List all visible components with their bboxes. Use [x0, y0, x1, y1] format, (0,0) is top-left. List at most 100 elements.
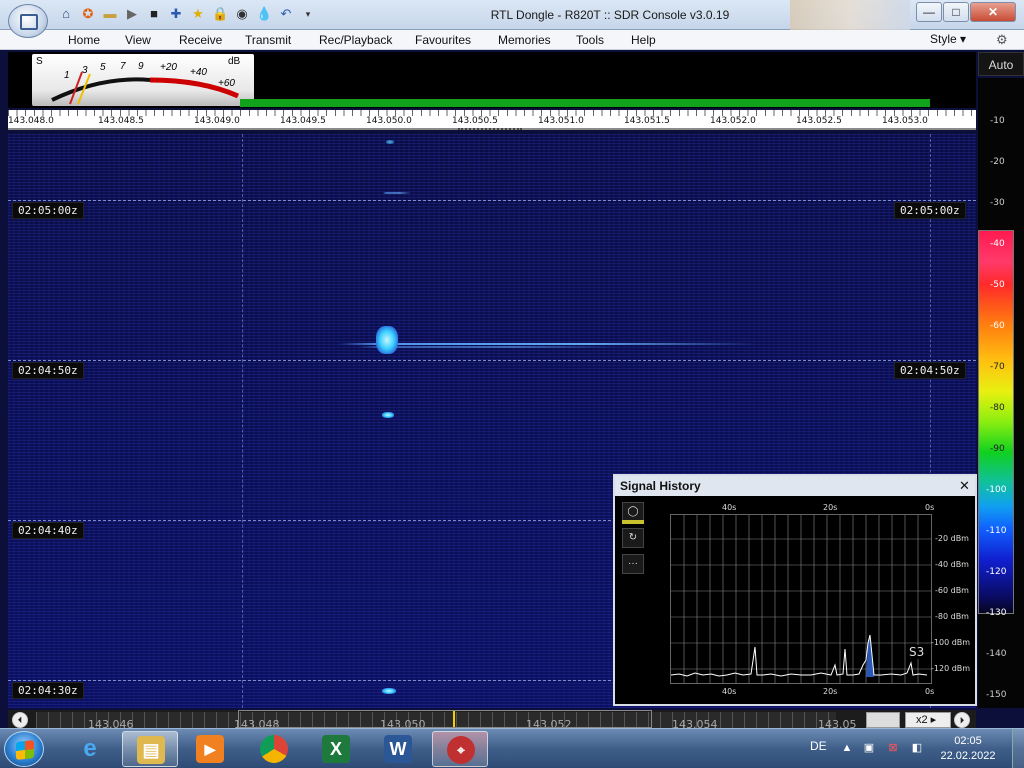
title-background-image	[790, 0, 910, 30]
y-tick: -40 dBm	[935, 560, 969, 569]
db-tick: -130	[986, 608, 1007, 618]
volume-icon[interactable]: ◧	[910, 741, 924, 755]
gear-icon[interactable]: ⚙	[996, 32, 1008, 48]
signal-history-plot[interactable]: S3	[670, 514, 932, 684]
db-color-scale: -10 -20 -30 -40 -50 -60 -70 -80 -90 -100…	[978, 78, 1024, 708]
x-tick: 20s	[823, 687, 838, 696]
frequency-navigator: ⏴ 143.046 143.048 143.050 143.052 143.05…	[8, 710, 976, 731]
application-menu-button[interactable]	[8, 4, 48, 38]
system-clock[interactable]: 02:05 22.02.2022	[938, 734, 998, 764]
taskbar-app-chrome[interactable]	[246, 731, 302, 767]
tray-app-icon[interactable]: ▣	[862, 741, 876, 755]
frequency-label: 143.050.0	[366, 116, 412, 126]
more-icon[interactable]: ···	[622, 554, 644, 574]
lock-icon[interactable]: 🔒	[212, 6, 228, 22]
scroll-left-icon[interactable]: ⏴	[12, 712, 28, 728]
menu-receive[interactable]: Receive	[179, 33, 222, 47]
menu-help[interactable]: Help	[631, 33, 656, 47]
signal-burst	[382, 688, 396, 694]
close-button[interactable]: ✕	[970, 2, 1016, 22]
db-tick: -50	[990, 280, 1005, 290]
menu-memories[interactable]: Memories	[498, 33, 551, 47]
ribbon-menu-bar: Home View Receive Transmit Rec/Playback …	[0, 30, 1024, 50]
taskbar-app-explorer[interactable]: ▤	[122, 731, 178, 767]
x-tick: 0s	[925, 503, 935, 512]
refresh-icon[interactable]: ↻	[622, 528, 644, 548]
frequency-label: 143.053.0	[882, 116, 928, 126]
menu-tools[interactable]: Tools	[576, 33, 604, 47]
frequency-label: 143.052.5	[796, 116, 842, 126]
x-tick: 0s	[925, 687, 935, 696]
zoom-dropdown[interactable]: x2 ▸	[905, 712, 951, 728]
camera-icon[interactable]: ◉	[234, 6, 250, 22]
network-icon[interactable]: ⊠	[886, 741, 900, 755]
home-icon[interactable]: ⌂	[58, 6, 74, 22]
time-label: 02:04:30z	[12, 682, 84, 699]
taskbar-app-excel[interactable]: X	[308, 731, 364, 767]
menu-favourites[interactable]: Favourites	[415, 33, 471, 47]
y-tick: -120 dBm	[931, 664, 971, 673]
signal-history-header[interactable]: Signal History ✕	[615, 476, 975, 496]
s-meter: S dB 1 3 5 7 9 +20 +40 +60	[32, 54, 254, 106]
circle-icon[interactable]: ◯	[622, 502, 644, 522]
explorer-icon: ▤	[137, 736, 165, 764]
frequency-label: 143.051.0	[538, 116, 584, 126]
plus-icon[interactable]: ✚	[168, 6, 184, 22]
time-label: 02:05:00z	[894, 202, 966, 219]
menu-rec-playback[interactable]: Rec/Playback	[319, 33, 392, 47]
play-icon[interactable]: ▶	[124, 6, 140, 22]
dropdown-icon[interactable]: ▾	[300, 6, 316, 22]
taskbar-app-word[interactable]: W	[370, 731, 426, 767]
db-tick: -20	[990, 157, 1005, 167]
frequency-label: 143.051.5	[624, 116, 670, 126]
undo-icon[interactable]: ↶	[278, 6, 294, 22]
db-tick: -30	[990, 198, 1005, 208]
signal-burst	[376, 326, 398, 354]
maximize-button[interactable]: □	[943, 2, 969, 22]
drop-icon[interactable]: 💧	[256, 6, 272, 22]
star-icon[interactable]: ★	[190, 6, 206, 22]
menu-view[interactable]: View	[125, 33, 151, 47]
media-player-icon: ▶	[196, 735, 224, 763]
lifebuoy-icon[interactable]: ✪	[80, 6, 96, 22]
start-button[interactable]	[4, 731, 44, 767]
menu-transmit[interactable]: Transmit	[245, 33, 291, 47]
frequency-label: 143.050.5	[452, 116, 498, 126]
title-bar: ⌂ ✪ ▬ ▶ ■ ✚ ★ 🔒 ◉ 💧 ↶ ▾ RTL Dongle - R82…	[0, 0, 1024, 38]
signal-history-panel: Signal History ✕ ◯ ↻ ··· 40s 20s 0s S3 -…	[613, 474, 977, 706]
language-indicator[interactable]: DE	[810, 739, 827, 753]
signal-burst	[386, 140, 394, 144]
folder-icon[interactable]: ▬	[102, 6, 118, 22]
menu-home[interactable]: Home	[68, 33, 100, 47]
y-tick: -60 dBm	[935, 586, 969, 595]
signal-trace	[338, 343, 758, 345]
frequency-scale[interactable]: 143.048.0 143.048.5 143.049.0 143.049.5 …	[8, 110, 976, 130]
taskbar-app-ie[interactable]: e	[62, 731, 118, 767]
stop-icon[interactable]: ■	[146, 6, 162, 22]
style-label: Style	[930, 32, 957, 46]
y-tick: -100 dBm	[931, 638, 971, 647]
quick-access-toolbar: ⌂ ✪ ▬ ▶ ■ ✚ ★ 🔒 ◉ 💧 ↶ ▾	[58, 6, 316, 22]
frequency-label: 143.052.0	[710, 116, 756, 126]
style-dropdown[interactable]: Style ▾	[930, 32, 966, 46]
window-title: RTL Dongle - R820T :: SDR Console v3.0.1…	[490, 8, 730, 22]
visible-span-window[interactable]	[238, 710, 652, 728]
signal-burst	[382, 412, 394, 418]
auto-button[interactable]: Auto	[978, 52, 1024, 76]
taskbar-app-sdr-console[interactable]: ⌖	[432, 731, 488, 767]
close-icon[interactable]: ✕	[959, 478, 970, 494]
x-tick: 20s	[823, 503, 838, 512]
minimize-button[interactable]: —	[916, 2, 942, 22]
show-desktop-button[interactable]	[1012, 729, 1024, 768]
scroll-right-icon[interactable]: ⏵	[954, 712, 970, 728]
taskbar-app-media[interactable]: ▶	[182, 731, 238, 767]
db-tick: -150	[986, 690, 1007, 700]
tray-expand-icon[interactable]: ▲	[840, 741, 854, 755]
filter-marker[interactable]	[458, 128, 522, 130]
signal-history-title: Signal History	[620, 479, 701, 493]
zoom-value: x2	[916, 714, 928, 726]
windows-logo-icon	[16, 740, 34, 760]
y-tick: -80 dBm	[935, 612, 969, 621]
keyboard-icon[interactable]	[866, 712, 900, 728]
signal-history-chart	[670, 515, 931, 683]
